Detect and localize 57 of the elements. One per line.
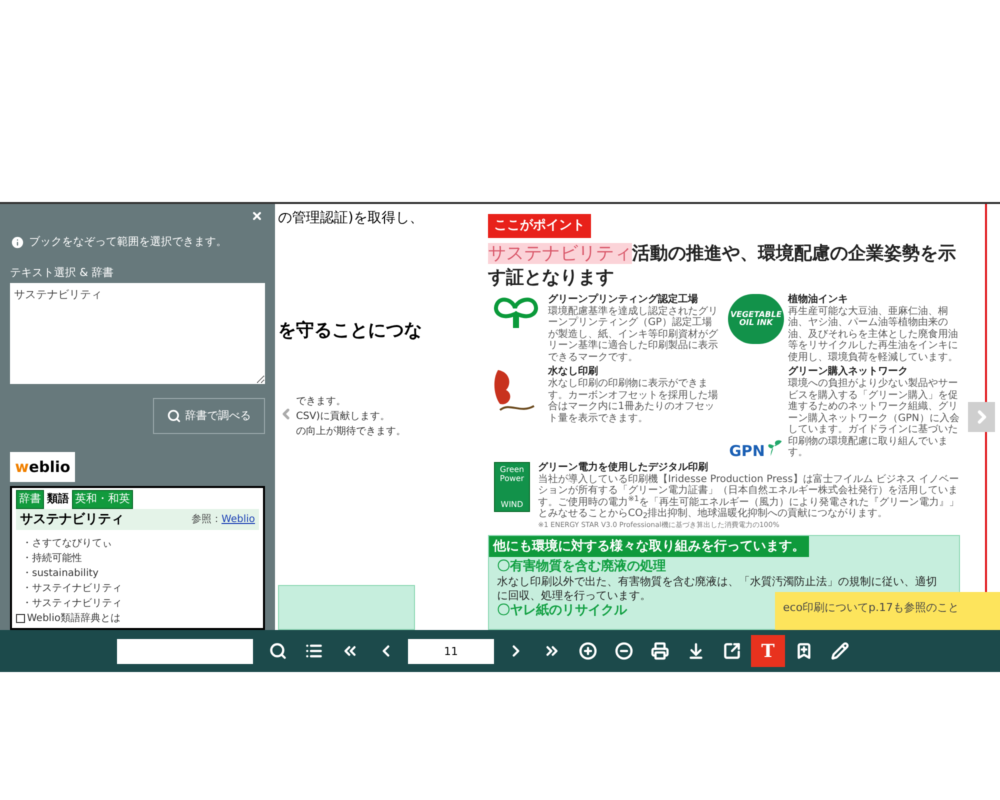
zoom-in-icon [579, 642, 597, 660]
weblio-link[interactable]: Weblio [222, 512, 255, 527]
mark-title: グリーン電力を使用したデジタル印刷 [538, 462, 709, 474]
pencil-icon [831, 642, 849, 660]
weblio-logo: weblio [10, 452, 76, 482]
mark-title: 水なし印刷 [548, 366, 599, 378]
synonym-entry: ・さすてなびりてぃ [22, 537, 113, 551]
mark-description: 環境配慮基準を達成し認定されたグリーンプリンティング（GP）認定工場が製造し、紙、インキ等印刷資材がグリーン基準に適合した印刷製品に表示できるマークです。 [548, 306, 719, 363]
mark-description: 環境への負担がより少ない製品やサービスを購入する「グリーン購入」を促進するためのネットワーク組織、グリーン購入ネットワーク（GPN）に入会しています。ガイドラインに基づいた印刷物の環境配慮に取り組んでいます。 [788, 378, 960, 458]
mark-description: 当社が導入している印刷機【Iridesse Production Press】は富士フイルム ビジネス イノベーションが所有する「グリーン電力証書」（日本自然エネルギー株式会社発行）を活用しています。ご使用時の電力$^{※1}$を「再生可能エネルギー（風力）により発電された『グリーン電力』」とみなせることからCO$_{2}$排出抑制、地球温暖化抑制への貢献につながります。 [538, 474, 960, 520]
page-heading: を守ることにつな [278, 319, 422, 343]
share-icon [723, 642, 741, 660]
page-number-field[interactable]: 11 [408, 638, 494, 664]
lookup-button[interactable]: 辞書で調べる [153, 398, 265, 434]
printer-icon [651, 642, 669, 660]
gpn-logo: GPN [729, 366, 783, 458]
mark-description: 水なし印刷の印刷物に表示ができます。カーボンオフセットを採用した場合はマーク内に1冊あたりのオフセット量を表示できます。 [548, 378, 719, 424]
page-text: できます。 [296, 395, 347, 409]
box-title: 他にも環境に対する様々な取り組みを行っています。 [489, 536, 809, 557]
wind-power-logo: Green Power WIND [494, 462, 530, 512]
dictionary-tab[interactable]: 辞書 [16, 490, 44, 508]
bookmark-icon [795, 642, 813, 660]
synonym-entry: ・sustainability [22, 567, 100, 581]
search-field[interactable] [117, 638, 253, 664]
mark-title: 植物油インキ [788, 294, 849, 306]
page-text: CSV)に貢献します。 [296, 410, 392, 424]
section-label: テキスト選択 & 辞書 [10, 264, 114, 280]
download-icon [687, 642, 705, 660]
info-icon [10, 234, 25, 250]
synonym-entry: ・持続可能性 [22, 552, 83, 566]
list-icon [305, 642, 323, 660]
page-text: の向上が期待できます。 [296, 424, 406, 439]
reference-label: 参照： [192, 512, 222, 527]
hint-text: ブックをなぞって範囲を選択できます。 [29, 234, 227, 250]
synonym-entry: ・サスティナビリティ [22, 597, 123, 611]
box-heading: 〇ヤレ紙のリサイクル [497, 603, 627, 619]
synonym-entry: ・サステイナビリティ [22, 582, 123, 596]
mark-description: 再生産可能な大豆油、亜麻仁油、桐油、ヤシ油、パーム油等植物由来の油、及びそれらを主体とした廃食用油等をリサイクルした再生油をインキに使用し、環境負荷を軽減しています。 [788, 306, 959, 363]
search-icon [167, 409, 181, 423]
vegetable-oil-ink-logo: VEGETABLE OIL INK [728, 294, 784, 344]
mark-title: グリーン購入ネットワーク [788, 366, 909, 378]
sticky-note: eco印刷についてp.17も参照のこと [775, 592, 1000, 630]
headline: サステナビリティ活動の推進や、環境配慮の企業姿勢を示す証となります [488, 242, 957, 290]
page-text: の管理認証)を取得し、 [278, 209, 424, 228]
box-heading: 〇有害物質を含む廃液の処理 [497, 559, 666, 575]
headword: サステナビリティ [20, 510, 124, 528]
about-link[interactable]: Weblio類語辞典とは [27, 611, 120, 626]
close-button[interactable] [251, 210, 263, 222]
text-tool-button[interactable]: T [751, 635, 785, 668]
search-icon [269, 642, 287, 660]
selection-text-field[interactable]: サステナビリティ [10, 283, 265, 384]
dictionary-tab[interactable]: 英和・和英 [72, 490, 133, 508]
dictionary-tab[interactable]: 類語 [46, 490, 70, 508]
square-icon [16, 614, 25, 623]
point-label: ここがポイント [488, 214, 591, 238]
zoom-out-icon [615, 642, 633, 660]
mark-title: グリーンプリンティング認定工場 [548, 294, 699, 306]
